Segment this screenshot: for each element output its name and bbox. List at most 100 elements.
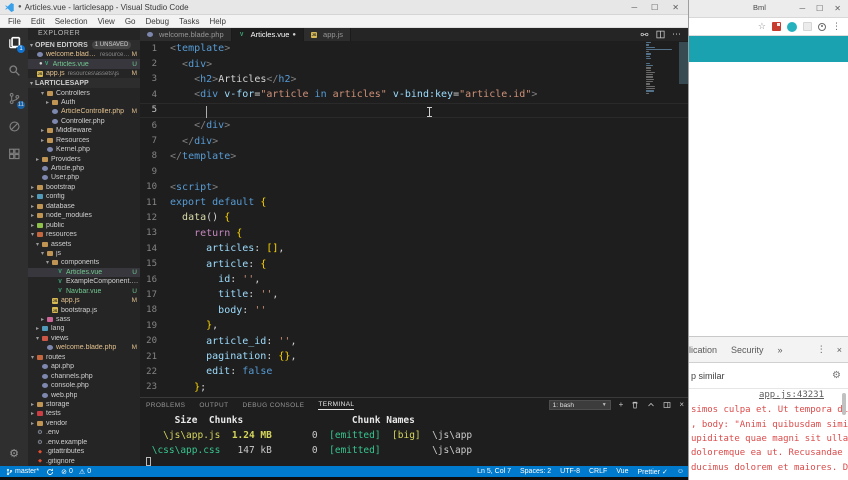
editor-tab-welcome.blade.php[interactable]: welcome.blade.php [140, 28, 232, 41]
editor-tab-app.js[interactable]: JS app.js [304, 28, 352, 41]
tree-item[interactable]: channels.php [28, 371, 140, 380]
vue-devtools-icon[interactable] [787, 21, 797, 32]
code-line[interactable]: 6 </div> [140, 118, 690, 133]
menu-help[interactable]: Help [205, 17, 231, 26]
tree-item[interactable]: JS bootstrap.js [28, 305, 140, 314]
open-editor-item[interactable]: welcome.blade.phpresources\vi...M [28, 50, 140, 59]
code-line[interactable]: 3 <h2>Articles</h2> [140, 72, 690, 87]
browser-menu-icon[interactable]: ⋮ [832, 21, 841, 32]
code-line[interactable]: 4 <div v-for="article in articles" v-bin… [140, 87, 690, 102]
tree-item[interactable]: ▾ resources [28, 230, 140, 239]
tree-item[interactable]: ⚙ .env.example [28, 438, 140, 447]
open-changes-icon[interactable] [640, 30, 649, 39]
console-source-link[interactable]: app.js:43231 [759, 390, 824, 400]
tree-item[interactable]: Kernel.php [28, 145, 140, 154]
status-spaces[interactable]: Spaces: 2 [520, 468, 551, 475]
menu-view[interactable]: View [93, 17, 120, 26]
minimap[interactable] [646, 42, 674, 95]
tree-item[interactable]: ▸ config [28, 192, 140, 201]
bookmark-star-icon[interactable]: ☆ [758, 22, 766, 31]
tree-item[interactable]: ◆ .gitattributes [28, 447, 140, 456]
terminal-shell-select[interactable]: 1: bash ▼ [548, 400, 611, 410]
code-line[interactable]: 16 id: '', [140, 272, 690, 287]
tree-item[interactable]: ▸ Middleware [28, 126, 140, 135]
status-prettier[interactable]: Prettier ✓ [637, 468, 667, 476]
menu-file[interactable]: File [3, 17, 26, 26]
menu-go[interactable]: Go [120, 17, 141, 26]
console-output[interactable]: app.js:43231 simos culpa et. Ut tempora … [689, 389, 848, 480]
status-utf8[interactable]: UTF-8 [560, 468, 580, 475]
settings-gear-icon[interactable]: ⚙ [0, 447, 28, 460]
code-line[interactable]: 10 <script> [140, 180, 690, 195]
code-line[interactable]: 15 article: { [140, 256, 690, 271]
editor-more-actions-icon[interactable]: ⋯ [672, 29, 682, 40]
tree-item[interactable]: ◆ .gitignore [28, 456, 140, 465]
browser-titlebar[interactable]: Bml ─ ☐ ✕ [689, 0, 848, 18]
code-line[interactable]: 20 article_id: '', [140, 333, 690, 348]
code-line[interactable]: 1 <template> [140, 41, 690, 56]
tree-item[interactable]: api.php [28, 362, 140, 371]
extension-icon-gray[interactable] [803, 22, 812, 31]
tree-item[interactable]: ▸ Resources [28, 136, 140, 145]
profile-icon[interactable] [818, 22, 826, 31]
new-terminal-icon[interactable]: + [619, 401, 624, 409]
console-settings-gear-icon[interactable]: ⚙ [832, 370, 841, 381]
tree-item[interactable]: Article.php [28, 164, 140, 173]
tree-item[interactable]: ▾ routes [28, 353, 140, 362]
code-line[interactable]: 2 <div> [140, 56, 690, 71]
browser-close-button[interactable]: ✕ [834, 4, 841, 13]
tree-item[interactable]: V ExampleComponent.vue [28, 277, 140, 286]
git-branch-status[interactable]: master* [6, 468, 39, 476]
extensions-icon[interactable] [0, 140, 28, 168]
tree-item[interactable]: JS app.js M [28, 296, 140, 305]
devtools-close-icon[interactable]: × [837, 345, 842, 355]
tree-item[interactable]: ⚙ .env [28, 428, 140, 437]
code-line[interactable]: 7 </div> [140, 133, 690, 148]
panel-tab-output[interactable]: OUTPUT [199, 402, 228, 409]
open-editor-item[interactable]: ● V Articles.vue U [28, 59, 140, 69]
status-ln[interactable]: Ln 5, Col 7 [477, 468, 511, 475]
panel-tab-terminal[interactable]: TERMINAL [318, 401, 355, 410]
devtools-menu-icon[interactable]: ⋮ [817, 344, 826, 355]
tree-item[interactable]: ▸ database [28, 202, 140, 211]
tree-item[interactable]: console.php [28, 381, 140, 390]
kill-terminal-icon[interactable] [631, 401, 639, 409]
code-line[interactable]: 12 data() { [140, 210, 690, 225]
project-header[interactable]: ▾ LARTICLESAPP [28, 78, 140, 89]
tree-item[interactable]: ▸ Auth [28, 98, 140, 107]
tree-item[interactable]: V Navbar.vue U [28, 287, 140, 296]
close-panel-icon[interactable]: × [679, 401, 684, 409]
browser-maximize-button[interactable]: ☐ [816, 4, 823, 13]
tree-item[interactable]: ▸ sass [28, 315, 140, 324]
code-line[interactable]: 13 return { [140, 226, 690, 241]
tree-item[interactable]: ▾ js [28, 249, 140, 258]
menu-debug[interactable]: Debug [140, 17, 174, 26]
code-line[interactable]: 23 }; [140, 380, 690, 395]
terminal-output[interactable]: Size Chunks Chunk Names \js\app.js 1.24 … [140, 412, 690, 466]
devtools-tab-lication[interactable]: lication [689, 345, 717, 355]
panel-tab-debug-console[interactable]: DEBUG CONSOLE [242, 402, 304, 409]
menu-selection[interactable]: Selection [50, 17, 93, 26]
code-line[interactable]: 22 edit: false [140, 364, 690, 379]
code-line[interactable]: 11 export default { [140, 195, 690, 210]
tree-item[interactable]: ▾ components [28, 258, 140, 267]
tree-item[interactable]: ▸ public [28, 220, 140, 229]
open-editors-header[interactable]: ▾ OPEN EDITORS 1 UNSAVED [28, 40, 140, 50]
tree-item[interactable]: ArticleController.php M [28, 107, 140, 116]
tree-item[interactable]: ▸ tests [28, 409, 140, 418]
tree-item[interactable]: V Articles.vue U [28, 267, 140, 278]
close-button[interactable]: ✕ [672, 3, 679, 12]
extension-icon-red[interactable] [772, 22, 781, 31]
browser-minimize-button[interactable]: ─ [799, 4, 805, 13]
code-line[interactable]: 18 body: '' [140, 303, 690, 318]
code-line[interactable]: 8 </template> [140, 149, 690, 164]
maximize-button[interactable]: ☐ [651, 3, 658, 12]
feedback-smiley-icon[interactable]: ☺ [677, 468, 684, 475]
tree-item[interactable]: web.php [28, 390, 140, 399]
source-control-icon[interactable]: 11 [0, 84, 28, 112]
status-vue[interactable]: Vue [616, 468, 628, 475]
search-icon[interactable] [0, 56, 28, 84]
console-filter-bar[interactable]: p similar ⚙ [689, 363, 848, 389]
tree-item[interactable]: ▸ lang [28, 324, 140, 333]
errors-status[interactable]: ⊘ 0 ⚠ 0 [61, 468, 91, 476]
